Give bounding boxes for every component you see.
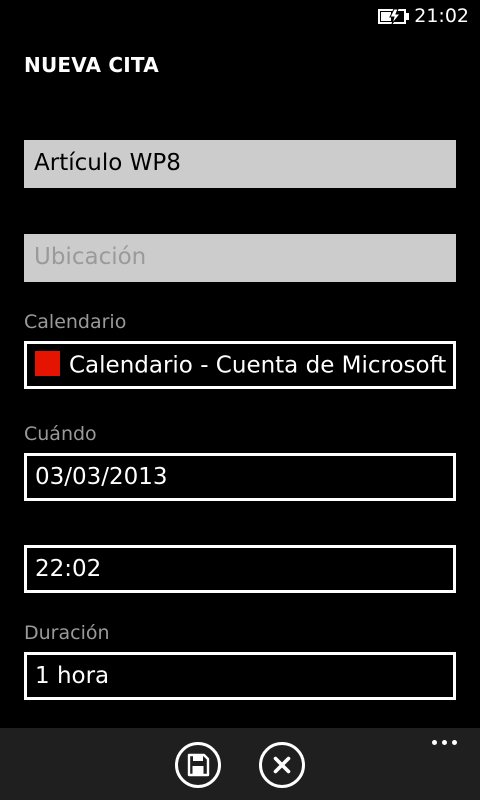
ellipsis-icon[interactable] [432,740,458,746]
calendar-color-swatch [35,351,60,376]
battery-charging-icon [378,8,409,25]
duration-picker[interactable]: 1 hora [24,652,456,700]
time-picker[interactable]: 22:02 [24,545,456,593]
calendar-picker[interactable]: Calendario - Cuenta de Microsoft [24,341,456,389]
application-bar [0,728,480,800]
when-label: Cuándo [24,423,97,445]
status-bar: 21:02 [0,0,480,32]
subject-field[interactable]: Artículo WP8 [24,140,456,188]
cancel-button[interactable] [259,742,305,788]
page-title: NUEVA CITA [24,53,159,77]
status-time: 21:02 [414,5,469,27]
calendar-label: Calendario [24,311,127,333]
location-field[interactable]: Ubicación [24,234,456,282]
calendar-value: Calendario - Cuenta de Microsoft [69,352,447,379]
cancel-icon [273,756,291,774]
duration-label: Duración [24,622,110,644]
save-icon [187,753,210,777]
date-picker[interactable]: 03/03/2013 [24,453,456,501]
save-button[interactable] [175,742,221,788]
